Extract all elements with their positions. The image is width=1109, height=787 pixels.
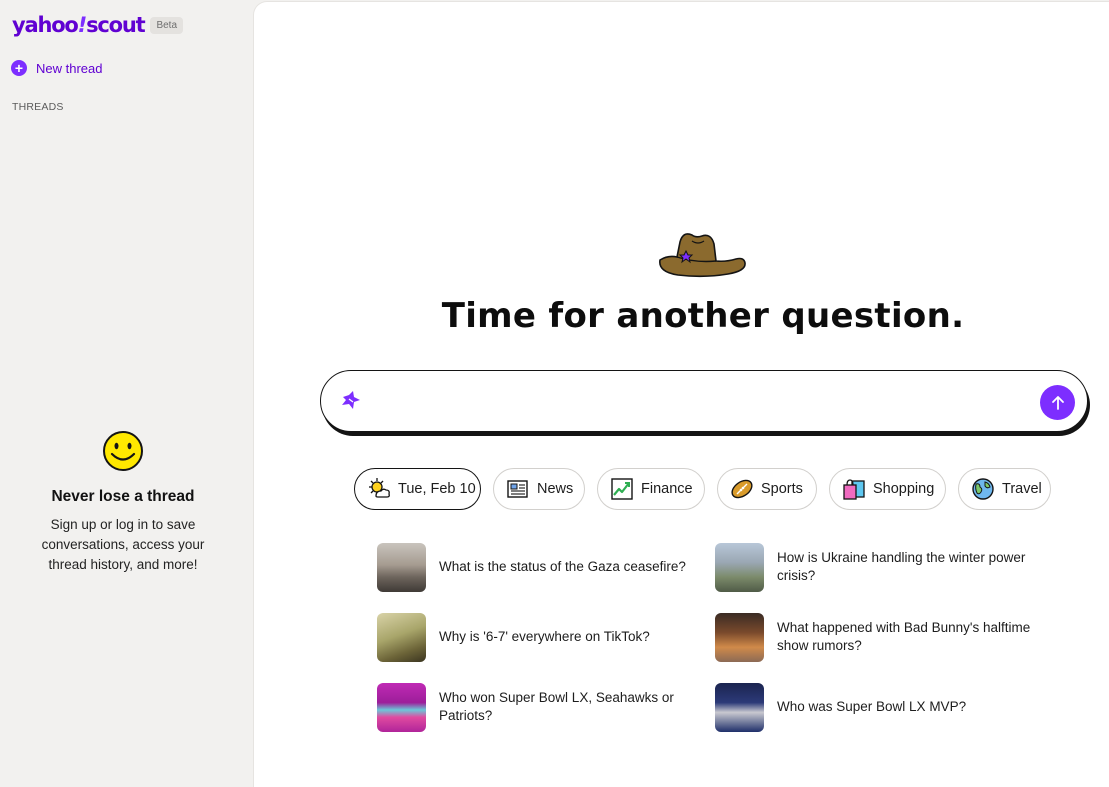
suggestion-thumbnail bbox=[377, 682, 426, 732]
suggestion-item[interactable]: Why is '6-7' everywhere on TikTok? bbox=[377, 612, 707, 662]
threads-heading: THREADS bbox=[12, 101, 64, 113]
globe-icon bbox=[972, 478, 994, 500]
sparkle-icon bbox=[342, 391, 360, 409]
suggestion-text: Who was Super Bowl LX MVP? bbox=[777, 699, 967, 714]
suggestion-text: What is the status of the Gaza ceasefire… bbox=[439, 559, 686, 574]
chip-label: Shopping bbox=[873, 481, 935, 497]
sidebar: yahoo!scout Beta + New thread THREADS Ne… bbox=[0, 0, 253, 787]
shopping-bag-icon bbox=[843, 479, 865, 500]
page-headline: Time for another question. bbox=[441, 296, 965, 336]
new-thread-label: New thread bbox=[36, 60, 103, 76]
promo-text: Sign up or log in to save conversations,… bbox=[41, 517, 205, 572]
suggestion-thumbnail bbox=[377, 542, 426, 592]
promo-title: Never lose a thread bbox=[51, 488, 195, 505]
suggestion-text: Why is '6-7' everywhere on TikTok? bbox=[439, 629, 650, 644]
suggestion-item[interactable]: Who was Super Bowl LX MVP? bbox=[715, 682, 1045, 732]
suggestion-thumbnail bbox=[715, 682, 764, 732]
suggestion-item[interactable]: How is Ukraine handling the winter power… bbox=[715, 542, 1045, 592]
suggestion-item[interactable]: Who won Super Bowl LX, Seahawks or Patri… bbox=[377, 682, 707, 732]
chip-finance[interactable]: Finance bbox=[597, 468, 705, 510]
chip-shopping[interactable]: Shopping bbox=[829, 468, 946, 510]
new-thread-button[interactable]: + New thread bbox=[11, 60, 102, 76]
chart-up-icon bbox=[611, 478, 633, 500]
football-icon bbox=[731, 479, 753, 499]
search-bar bbox=[320, 370, 1088, 432]
cowboy-hat-icon bbox=[659, 233, 746, 278]
sun-cloud-icon bbox=[369, 478, 390, 498]
suggestion-thumbnail bbox=[715, 612, 764, 662]
login-promo: Never lose a thread Sign up or log in to… bbox=[0, 430, 246, 575]
suggestion-thumbnail bbox=[715, 542, 764, 592]
search-input[interactable] bbox=[373, 387, 1023, 415]
suggestion-item[interactable]: What is the status of the Gaza ceasefire… bbox=[377, 542, 707, 592]
smiley-icon bbox=[103, 431, 143, 471]
chip-sports[interactable]: Sports bbox=[717, 468, 817, 510]
logo-wordmark: yahoo!scout bbox=[12, 13, 146, 37]
send-button[interactable] bbox=[1040, 385, 1075, 420]
suggestion-text: Who won Super Bowl LX, Seahawks or Patri… bbox=[439, 690, 674, 723]
suggestion-text: What happened with Bad Bunny's halftime … bbox=[777, 620, 1031, 653]
suggestion-item[interactable]: What happened with Bad Bunny's halftime … bbox=[715, 612, 1045, 662]
arrow-up-icon bbox=[1051, 395, 1064, 410]
chip-travel[interactable]: Travel bbox=[958, 468, 1051, 510]
chip-label: Travel bbox=[1002, 481, 1042, 497]
beta-badge: Beta bbox=[150, 16, 184, 34]
chip-label: Finance bbox=[641, 481, 693, 497]
suggestion-thumbnail bbox=[377, 612, 426, 662]
chip-label: Tue, Feb 10 bbox=[398, 481, 476, 497]
yahoo-scout-logo[interactable]: yahoo!scout Beta bbox=[12, 10, 184, 40]
newspaper-icon bbox=[507, 480, 528, 498]
plus-circle-icon: + bbox=[11, 60, 27, 76]
chip-news[interactable]: News bbox=[493, 468, 585, 510]
main-panel: Time for another question. Tue, Feb 10 N… bbox=[253, 1, 1109, 787]
suggestion-text: How is Ukraine handling the winter power… bbox=[777, 550, 1026, 583]
chip-date[interactable]: Tue, Feb 10 bbox=[354, 468, 481, 510]
chip-label: Sports bbox=[761, 481, 803, 497]
chip-label: News bbox=[537, 481, 574, 497]
